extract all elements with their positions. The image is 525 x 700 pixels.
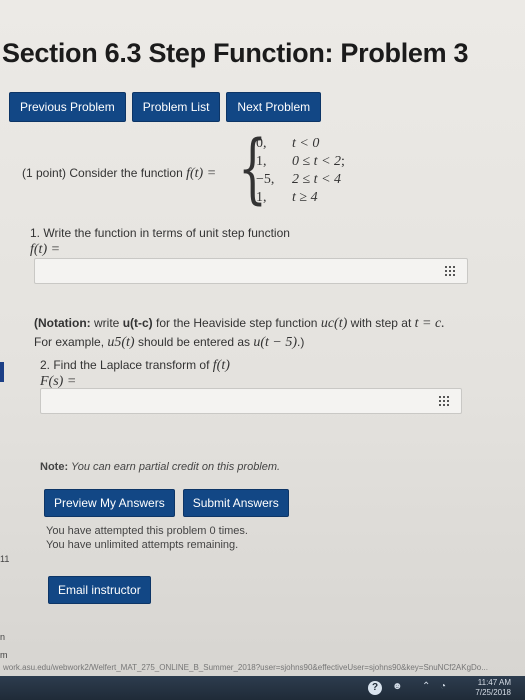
sidebar-edge-marker [0, 362, 4, 382]
network-icon[interactable]: ◔ [440, 681, 446, 692]
sidebar-edge-text: n [0, 632, 6, 642]
piecewise-row: 1, 0 ≤ t < 2; [256, 154, 345, 169]
email-instructor-wrapper: Email instructor [48, 576, 151, 604]
notation-line-1: (Notation: write u(t-c) for the Heavisid… [34, 316, 445, 331]
part2-prompt: 2. Find the Laplace transform of f(t) [40, 358, 230, 373]
clock-date: 7/25/2018 [475, 688, 511, 697]
attempts-count: You have attempted this problem 0 times. [46, 525, 248, 537]
equation-editor-icon[interactable] [439, 396, 451, 406]
problem-list-button[interactable]: Problem List [131, 92, 221, 122]
problem-statement: (1 point) Consider the function f(t) = [22, 166, 216, 182]
answer-input-1[interactable] [34, 258, 468, 284]
email-instructor-button[interactable]: Email instructor [48, 576, 151, 604]
next-problem-button[interactable]: Next Problem [226, 92, 322, 122]
clock-time: 11:47 AM [477, 678, 511, 687]
chevron-up-icon[interactable]: ⌃ [422, 681, 430, 692]
help-icon[interactable]: ? [368, 681, 382, 695]
equation-editor-icon[interactable] [445, 266, 457, 276]
piecewise-row: 1, t ≥ 4 [256, 190, 318, 205]
attempts-remaining: You have unlimited attempts remaining. [46, 539, 239, 551]
page-title: Section 6.3 Step Function: Problem 3 [2, 38, 469, 68]
tray-clock[interactable]: 11:47 AM 7/25/2018 [475, 678, 511, 698]
os-taskbar: ? ☻ ⌃ ◔ 11:47 AM 7/25/2018 [0, 676, 525, 700]
attempts-info: You have attempted this problem 0 times.… [46, 524, 248, 552]
part1-prompt: 1. Write the function in terms of unit s… [30, 226, 290, 240]
notation-line-2: For example, u5(t) should be entered as … [34, 335, 305, 350]
screen: Section 6.3 Step Function: Problem 3 Pre… [0, 0, 525, 700]
sidebar-edge-text: 11 [0, 554, 10, 564]
points-text: (1 point) Consider the function [22, 166, 183, 180]
people-icon[interactable]: ☻ [392, 681, 403, 692]
sidebar-edge-text: m [0, 650, 8, 660]
notation-block: (Notation: write u(t-c) for the Heavisid… [34, 314, 445, 352]
piecewise-function: { 0, t < 0 1, 0 ≤ t < 2; −5, 2 ≤ t < 4 1, t … [238, 130, 378, 215]
partial-credit-note: Note: You can earn partial credit on thi… [40, 461, 281, 473]
answer-input-2[interactable] [40, 388, 462, 414]
piecewise-row: −5, 2 ≤ t < 4 [256, 172, 342, 187]
preview-answers-button[interactable]: Preview My Answers [44, 489, 175, 517]
piecewise-row: 0, t < 0 [256, 136, 320, 151]
function-lhs: f(t) = [186, 166, 217, 181]
previous-problem-button[interactable]: Previous Problem [9, 92, 126, 122]
part1-lhs: f(t) = [30, 242, 61, 257]
answer-actions: Preview My Answers Submit Answers [44, 489, 289, 517]
submit-answers-button[interactable]: Submit Answers [182, 489, 289, 517]
problem-nav: Previous Problem Problem List Next Probl… [9, 92, 322, 122]
status-url: work.asu.edu/webwork2/Welfert_MAT_275_ON… [3, 663, 488, 672]
